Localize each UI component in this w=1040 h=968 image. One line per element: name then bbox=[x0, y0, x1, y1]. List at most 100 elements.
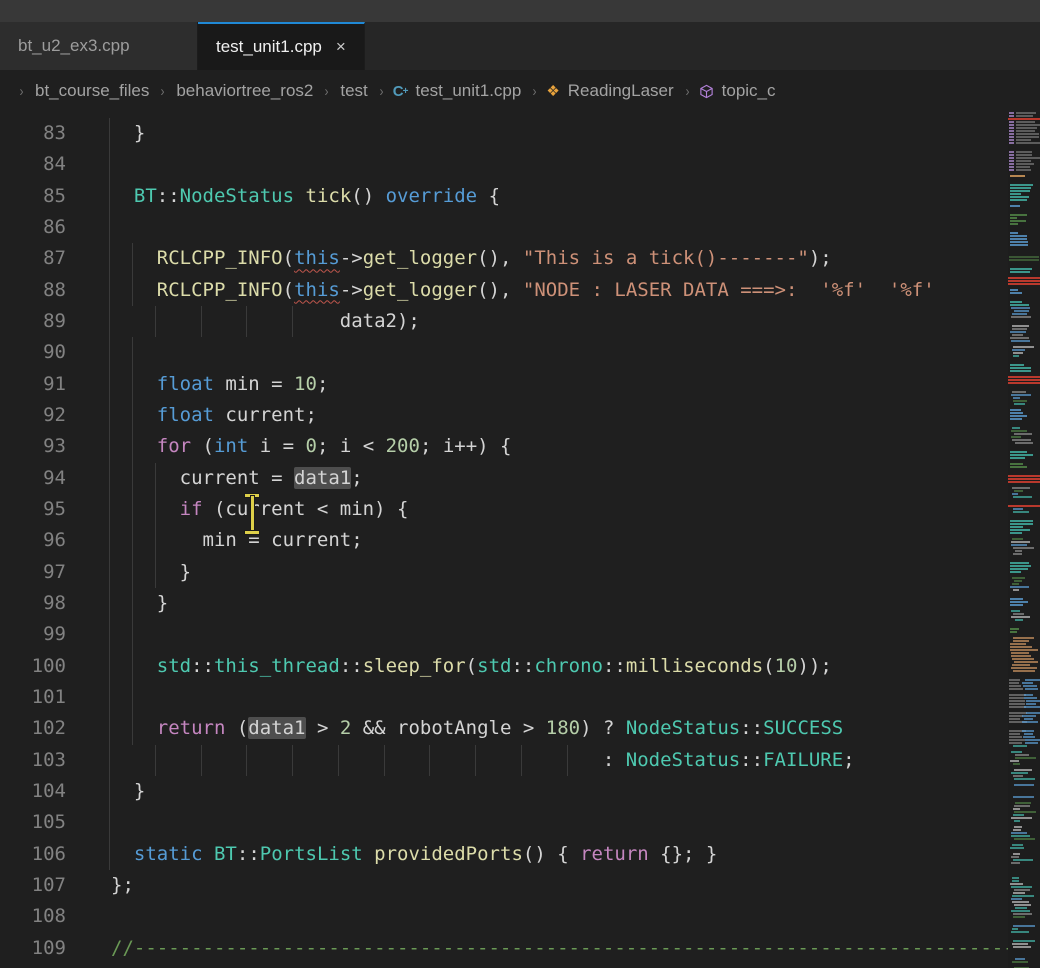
breadcrumb-item-topic_c[interactable]: topic_c bbox=[699, 81, 778, 101]
minimap-row bbox=[1008, 340, 1040, 342]
minimap-row bbox=[1008, 424, 1040, 426]
minimap-row bbox=[1008, 703, 1040, 705]
indent-guide bbox=[109, 588, 110, 619]
breadcrumb-item-bt_course_files[interactable]: bt_course_files bbox=[33, 81, 151, 101]
breadcrumb-item-test[interactable]: test bbox=[338, 81, 369, 101]
minimap-row bbox=[1008, 556, 1040, 558]
minimap-row bbox=[1008, 520, 1040, 522]
line-number: 101 bbox=[0, 682, 66, 713]
minimap-row bbox=[1008, 538, 1040, 540]
minimap-row bbox=[1008, 724, 1040, 726]
chevron-right-icon: › bbox=[372, 83, 390, 100]
minimap-row bbox=[1008, 751, 1040, 753]
code-line-94[interactable]: 94 current = data1; bbox=[0, 463, 1008, 494]
minimap-row bbox=[1008, 685, 1040, 687]
line-number: 85 bbox=[0, 181, 66, 212]
code-line-98[interactable]: 98 } bbox=[0, 588, 1008, 619]
code-line-83[interactable]: 83 } bbox=[0, 118, 1008, 149]
minimap-row bbox=[1008, 772, 1040, 774]
tab-test_unit1.cpp[interactable]: test_unit1.cpp× bbox=[198, 22, 365, 70]
minimap-row bbox=[1008, 445, 1040, 447]
code-editor[interactable]: 83 }8485 BT::NodeStatus tick() override … bbox=[0, 112, 1008, 968]
code-line-91[interactable]: 91 float min = 10; bbox=[0, 369, 1008, 400]
minimap-row bbox=[1008, 946, 1040, 948]
code-line-103[interactable]: 103 : NodeStatus::FAILURE; bbox=[0, 745, 1008, 776]
code-line-100[interactable]: 100 std::this_thread::sleep_for(std::chr… bbox=[0, 651, 1008, 682]
minimap-row bbox=[1008, 184, 1040, 186]
code-line-97[interactable]: 97 } bbox=[0, 557, 1008, 588]
minimap-row bbox=[1008, 952, 1040, 954]
minimap-row bbox=[1008, 664, 1040, 666]
minimap-row bbox=[1008, 175, 1040, 177]
minimap-row bbox=[1008, 733, 1040, 735]
line-number: 108 bbox=[0, 901, 66, 932]
minimap-row bbox=[1008, 367, 1040, 369]
minimap-row bbox=[1008, 583, 1040, 585]
minimap-row bbox=[1008, 901, 1040, 903]
close-icon[interactable]: × bbox=[336, 37, 346, 57]
minimap-row bbox=[1008, 778, 1040, 780]
line-number: 90 bbox=[0, 337, 66, 368]
code-line-102[interactable]: 102 return (data1 > 2 && robotAngle > 18… bbox=[0, 713, 1008, 744]
breadcrumb-item-behaviortree_ros2[interactable]: behaviortree_ros2 bbox=[174, 81, 315, 101]
code-line-99[interactable]: 99 bbox=[0, 619, 1008, 650]
code-line-87[interactable]: 87 RCLCPP_INFO(this->get_logger(), "This… bbox=[0, 243, 1008, 274]
code-line-86[interactable]: 86 bbox=[0, 212, 1008, 243]
minimap-row bbox=[1008, 136, 1040, 138]
code-line-93[interactable]: 93 for (int i = 0; i < 200; i++) { bbox=[0, 431, 1008, 462]
minimap-row bbox=[1008, 163, 1040, 165]
indent-guide bbox=[109, 525, 110, 556]
code-line-95[interactable]: 95 if (current < min) { bbox=[0, 494, 1008, 525]
minimap-row bbox=[1008, 325, 1040, 327]
minimap-row bbox=[1008, 613, 1040, 615]
minimap-row bbox=[1008, 493, 1040, 495]
code-line-84[interactable]: 84 bbox=[0, 149, 1008, 180]
minimap[interactable] bbox=[1008, 112, 1040, 968]
minimap-row bbox=[1008, 961, 1040, 963]
minimap-row bbox=[1008, 730, 1040, 732]
indent-guide bbox=[109, 619, 110, 650]
minimap-row bbox=[1008, 361, 1040, 363]
breadcrumb-label: ReadingLaser bbox=[566, 81, 676, 101]
code-line-90[interactable]: 90 bbox=[0, 337, 1008, 368]
code-line-104[interactable]: 104 } bbox=[0, 776, 1008, 807]
code-line-92[interactable]: 92 float current; bbox=[0, 400, 1008, 431]
minimap-row bbox=[1008, 235, 1040, 237]
minimap-row bbox=[1008, 115, 1040, 117]
minimap-row bbox=[1008, 274, 1040, 276]
minimap-row bbox=[1008, 352, 1040, 354]
code-line-89[interactable]: 89 data2); bbox=[0, 306, 1008, 337]
breadcrumb-item-test_unit1.cpp[interactable]: C+test_unit1.cpp bbox=[393, 81, 524, 101]
minimap-row bbox=[1008, 790, 1040, 792]
code-line-106[interactable]: 106 static BT::PortsList providedPorts()… bbox=[0, 839, 1008, 870]
minimap-row bbox=[1008, 523, 1040, 525]
code-line-108[interactable]: 108 bbox=[0, 901, 1008, 932]
code-line-105[interactable]: 105 bbox=[0, 807, 1008, 838]
code-line-85[interactable]: 85 BT::NodeStatus tick() override { bbox=[0, 181, 1008, 212]
minimap-row bbox=[1008, 649, 1040, 651]
minimap-row bbox=[1008, 763, 1040, 765]
minimap-row bbox=[1008, 190, 1040, 192]
breadcrumb-label: test bbox=[338, 81, 369, 101]
minimap-row bbox=[1008, 373, 1040, 375]
tab-bt_u2_ex3.cpp[interactable]: bt_u2_ex3.cpp bbox=[0, 22, 198, 70]
minimap-row bbox=[1008, 928, 1040, 930]
minimap-row bbox=[1008, 811, 1040, 813]
code-line-107[interactable]: 107}; bbox=[0, 870, 1008, 901]
minimap-row bbox=[1008, 541, 1040, 543]
code-line-109[interactable]: 109//-----------------------------------… bbox=[0, 933, 1008, 964]
code-text: std::this_thread::sleep_for(std::chrono:… bbox=[111, 651, 832, 682]
minimap-row bbox=[1008, 265, 1040, 267]
minimap-row bbox=[1008, 448, 1040, 450]
code-line-96[interactable]: 96 min = current; bbox=[0, 525, 1008, 556]
breadcrumb-item-ReadingLaser[interactable]: ❖ReadingLaser bbox=[546, 81, 675, 101]
code-text: for (int i = 0; i < 200; i++) { bbox=[111, 431, 511, 462]
minimap-row bbox=[1008, 457, 1040, 459]
minimap-row bbox=[1008, 619, 1040, 621]
minimap-row bbox=[1008, 454, 1040, 456]
minimap-row bbox=[1008, 934, 1040, 936]
code-line-101[interactable]: 101 bbox=[0, 682, 1008, 713]
minimap-row bbox=[1008, 643, 1040, 645]
code-line-88[interactable]: 88 RCLCPP_INFO(this->get_logger(), "NODE… bbox=[0, 275, 1008, 306]
minimap-row bbox=[1008, 658, 1040, 660]
